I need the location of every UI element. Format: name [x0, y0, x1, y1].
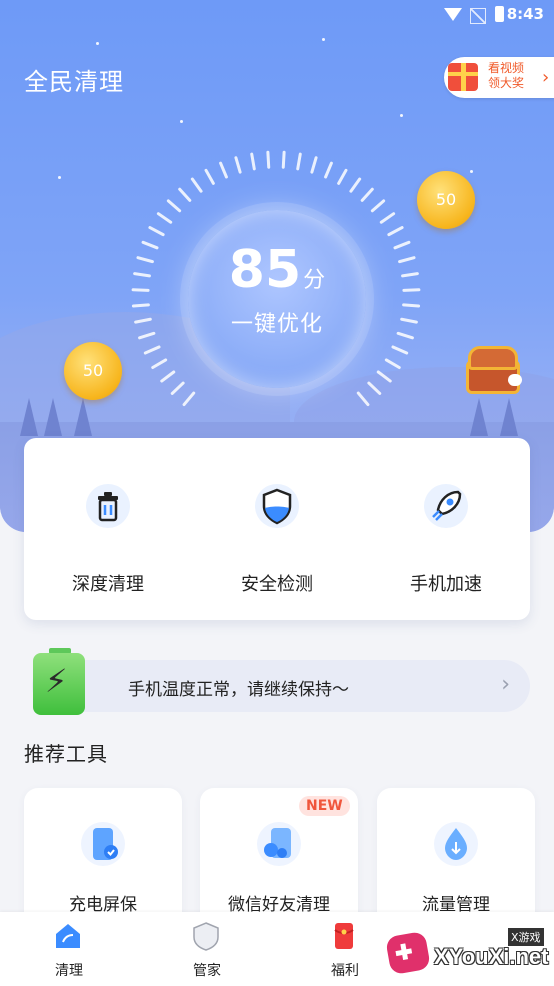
- quick-actions-card: 深度清理 安全检测 手机加速: [24, 438, 530, 620]
- gauge-tick: [379, 212, 396, 224]
- watermark: X游戏 XYouXi.net: [384, 920, 554, 986]
- status-bar: 8:43: [0, 0, 554, 30]
- phone-speedup-label: 手机加速: [410, 574, 482, 595]
- clean-house-icon: [56, 924, 80, 948]
- wifi-icon: [444, 8, 462, 21]
- gauge-tick: [400, 317, 418, 324]
- data-drop-icon: [434, 822, 478, 866]
- gauge-tick: [360, 187, 374, 202]
- status-time: 8:43: [506, 5, 544, 23]
- score-unit: 分: [303, 268, 326, 293]
- wechat-clean-icon: [257, 822, 301, 866]
- gauge-tick: [402, 303, 421, 308]
- gauge-tick: [367, 381, 382, 395]
- gauge-tick: [170, 381, 185, 395]
- gauge-tick: [393, 240, 411, 250]
- watch-video-reward-button[interactable]: 看视频 领大奖 ›: [444, 57, 554, 98]
- tab-clean[interactable]: 清理: [14, 912, 124, 986]
- gauge-tick: [219, 161, 228, 179]
- charge-phone-icon: [81, 822, 125, 866]
- watermark-logo: [385, 930, 431, 976]
- battery-bolt-icon: ⚡: [33, 648, 87, 716]
- gauge-tick: [370, 199, 386, 213]
- gauge-tick: [324, 161, 333, 179]
- gauge-tick: [151, 358, 168, 370]
- gauge-tick: [136, 256, 154, 264]
- battery-icon: [495, 6, 504, 22]
- gauge-tick: [141, 240, 159, 250]
- red-envelope-icon: [334, 923, 354, 949]
- app-title: 全民清理: [24, 68, 124, 96]
- deep-clean-button[interactable]: 深度清理: [24, 438, 192, 620]
- gauge-tick: [234, 156, 242, 174]
- temperature-banner[interactable]: 手机温度正常，请继续保持～ ›: [32, 660, 530, 712]
- gauge-tick: [281, 150, 286, 169]
- gauge-tick: [384, 358, 401, 370]
- phone-speedup-button[interactable]: 手机加速: [362, 438, 530, 620]
- gauge-tick: [376, 370, 392, 383]
- recommended-tools-title: 推荐工具: [24, 742, 108, 766]
- trash-bin-icon: [86, 484, 130, 528]
- temperature-status-text: 手机温度正常，请继续保持～: [128, 680, 349, 700]
- gauge-tick: [349, 177, 362, 193]
- rocket-icon: [424, 484, 468, 528]
- no-sim-icon: [470, 8, 486, 24]
- treasure-chest-icon[interactable]: [462, 340, 524, 394]
- chevron-right-icon: ›: [542, 67, 550, 88]
- score-value: 85: [228, 240, 302, 300]
- gift-box-icon: [448, 63, 478, 91]
- deep-clean-label: 深度清理: [72, 574, 144, 595]
- gauge-tick: [266, 150, 271, 169]
- gauge-tick: [143, 345, 161, 355]
- security-check-button[interactable]: 安全检测: [193, 438, 361, 620]
- coin-reward[interactable]: 50: [64, 342, 122, 400]
- gauge-tick: [131, 303, 150, 308]
- gauge-tick: [166, 199, 182, 213]
- watermark-text: XYouXi.net: [434, 944, 549, 969]
- gauge-tick: [160, 370, 176, 383]
- gauge-tick: [156, 212, 173, 224]
- gauge-tick: [396, 331, 414, 340]
- optimize-label: 一键优化: [230, 312, 323, 337]
- gauge-tick: [356, 391, 370, 407]
- gauge-tick: [178, 187, 192, 202]
- gauge-tick: [401, 272, 419, 278]
- one-key-optimize-button[interactable]: 85分 一键优化: [188, 210, 366, 388]
- gauge-tick: [387, 226, 404, 237]
- gauge-tick: [398, 256, 416, 264]
- gauge-tick: [182, 391, 196, 407]
- tab-manager[interactable]: 管家: [152, 912, 262, 986]
- tab-clean-label: 清理: [55, 963, 83, 979]
- new-badge: NEW: [299, 796, 350, 816]
- shield-icon: [255, 484, 299, 528]
- gauge-tick: [148, 226, 165, 237]
- gauge-tick: [296, 152, 302, 171]
- gauge-tick: [250, 152, 256, 171]
- tab-manager-label: 管家: [193, 963, 221, 979]
- reward-label: 看视频 领大奖: [488, 61, 525, 90]
- chevron-right-icon: ›: [501, 672, 510, 697]
- shield-nav-icon: [193, 922, 219, 951]
- coin-value: 50: [435, 190, 457, 209]
- score-display: 85分: [188, 240, 366, 300]
- security-check-label: 安全检测: [241, 574, 313, 595]
- gauge-tick: [190, 177, 203, 193]
- gauge-tick: [310, 156, 318, 174]
- gauge-tick: [337, 168, 348, 185]
- gauge-tick: [138, 331, 156, 340]
- gauge-tick: [131, 288, 150, 292]
- gauge-tick: [204, 168, 215, 185]
- coin-reward[interactable]: 50: [417, 171, 475, 229]
- gauge-tick: [133, 272, 151, 278]
- gauge-tick: [134, 317, 152, 324]
- coin-value: 50: [82, 361, 104, 380]
- gauge-tick: [402, 288, 421, 292]
- gauge-tick: [391, 345, 409, 355]
